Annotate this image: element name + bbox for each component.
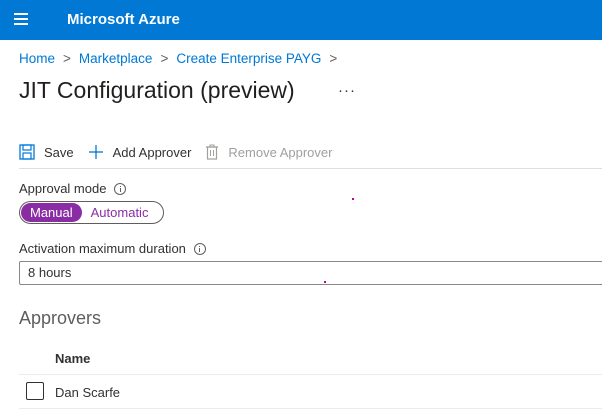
top-bar: Microsoft Azure [0,0,602,40]
remove-approver-label: Remove Approver [228,144,333,160]
info-icon[interactable] [114,182,127,195]
name-column-header[interactable]: Name [55,351,90,366]
approval-mode-automatic[interactable]: Automatic [82,203,158,222]
info-icon[interactable] [193,242,206,255]
save-button[interactable]: Save [19,144,74,160]
add-approver-label: Add Approver [112,144,192,160]
approvers-section-title: Approvers [19,308,102,328]
approval-mode-toggle: Manual Automatic [19,201,164,224]
hamburger-icon[interactable] [14,13,32,27]
more-options-button[interactable]: ··· [338,82,356,99]
approval-mode-label: Approval mode [19,181,127,196]
save-icon [19,144,35,160]
activation-duration-dropdown[interactable]: 8 hours [19,261,602,285]
table-header-divider [19,374,602,375]
activation-duration-text: Activation maximum duration [19,241,186,256]
save-label: Save [44,144,74,160]
plus-icon [88,145,103,159]
command-bar: Save Add Approver Remove Approver [19,138,346,166]
remove-approver-button[interactable]: Remove Approver [205,144,332,160]
chevron-right-icon: > [63,51,71,66]
brand-title[interactable]: Microsoft Azure [67,11,180,28]
approval-mode-text: Approval mode [19,181,107,196]
toolbar-divider [19,168,602,169]
breadcrumb-marketplace[interactable]: Marketplace [79,51,153,66]
table-row-divider [19,408,602,409]
stray-mark [352,198,354,200]
breadcrumb-home[interactable]: Home [19,51,55,66]
approver-name: Dan Scarfe [55,385,121,400]
chevron-right-icon: > [329,51,338,66]
stray-mark [324,281,326,283]
chevron-right-icon: > [160,51,169,66]
add-approver-button[interactable]: Add Approver [88,144,192,160]
trash-icon [206,144,219,160]
breadcrumb: Home > Marketplace > Create Enterprise PAYG > [19,51,345,66]
activation-duration-label: Activation maximum duration [19,241,206,256]
breadcrumb-create-enterprise-payg[interactable]: Create Enterprise PAYG [176,51,321,66]
approval-mode-manual[interactable]: Manual [21,203,82,222]
row-checkbox[interactable] [26,382,44,400]
page-title: JIT Configuration (preview) [19,77,295,103]
